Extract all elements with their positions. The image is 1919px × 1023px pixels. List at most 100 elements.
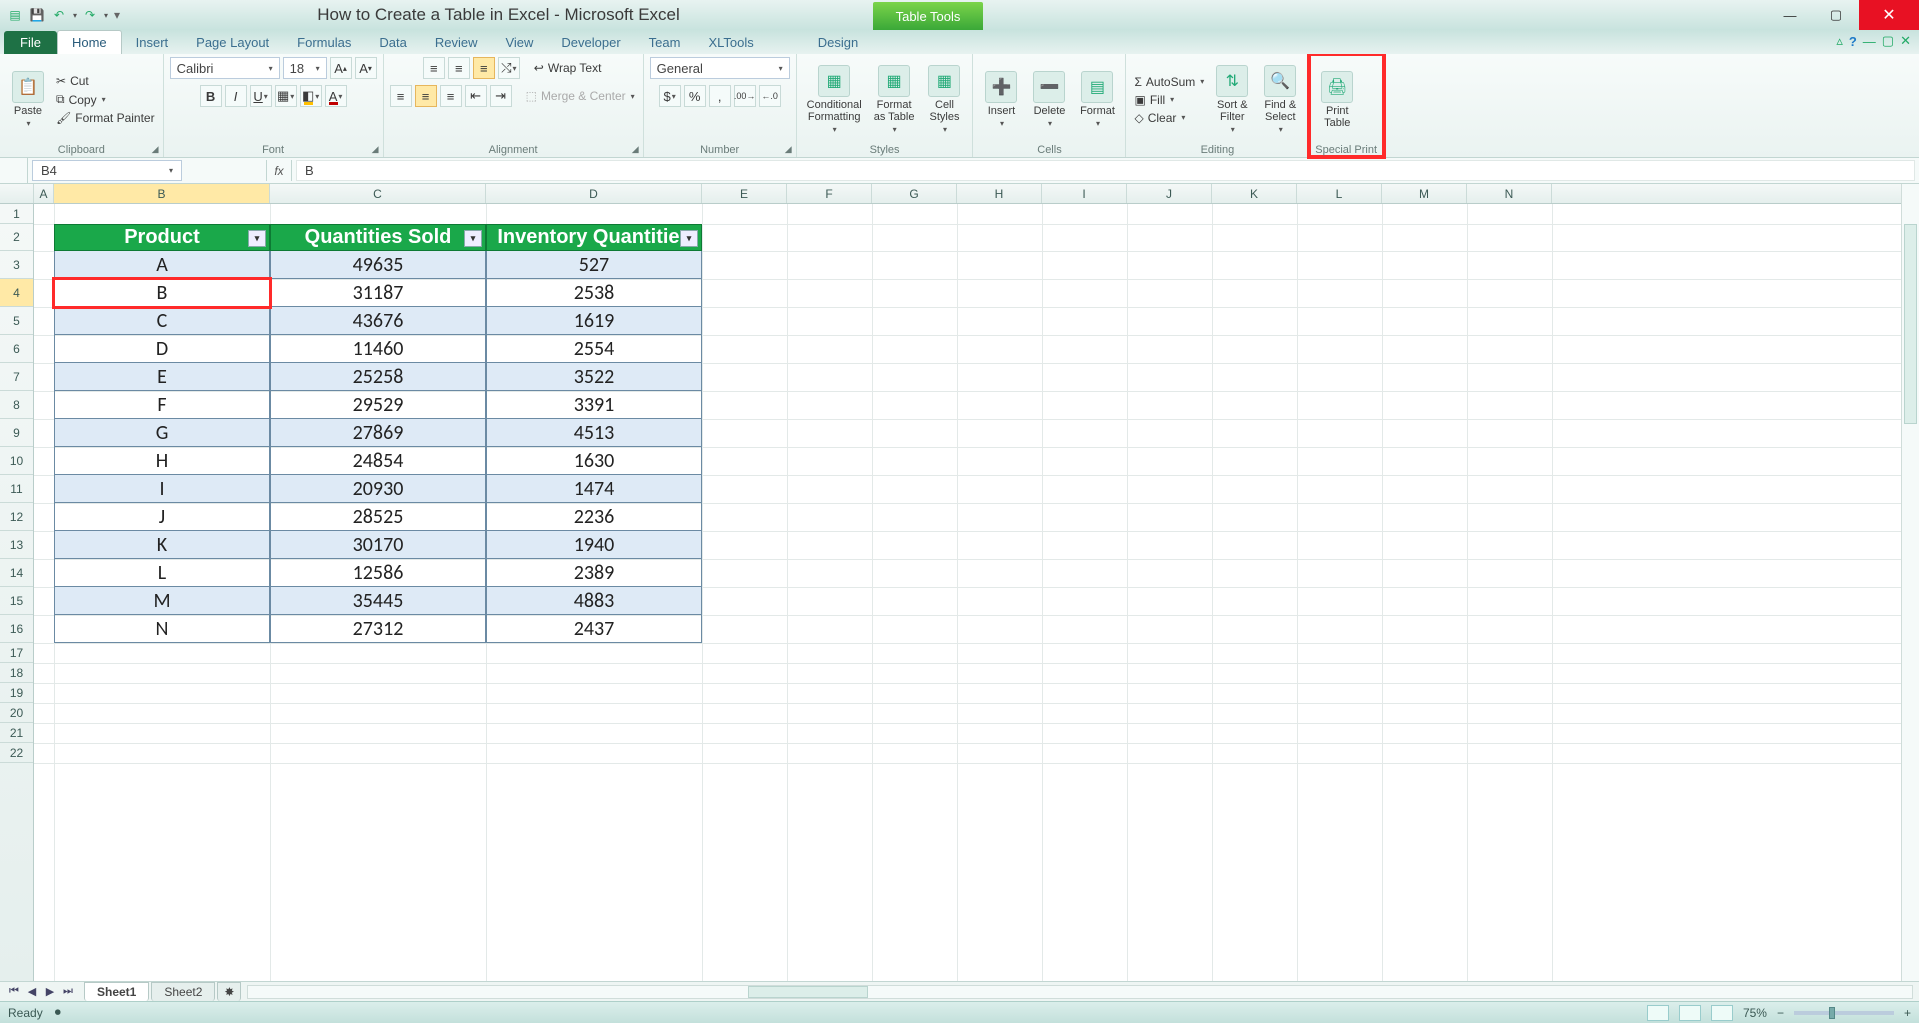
font-dialog-launcher[interactable]: ◢ xyxy=(372,144,379,155)
table-row[interactable]: A49635527 xyxy=(54,251,702,279)
table-row[interactable]: J285252236 xyxy=(54,503,702,531)
print-table-button[interactable]: 🖨Print Table xyxy=(1315,69,1359,131)
table-row[interactable]: N273122437 xyxy=(54,615,702,643)
table-cell[interactable]: J xyxy=(54,503,270,531)
row-header-1[interactable]: 1 xyxy=(0,204,33,224)
row-header-12[interactable]: 12 xyxy=(0,503,33,531)
formula-input[interactable]: B xyxy=(296,160,1915,181)
increase-decimal-icon[interactable]: .00→ xyxy=(734,85,756,107)
column-header-G[interactable]: G xyxy=(872,184,957,203)
row-header-17[interactable]: 17 xyxy=(0,643,33,663)
help-icon[interactable]: ? xyxy=(1849,34,1857,49)
table-row[interactable]: E252583522 xyxy=(54,363,702,391)
bold-button[interactable]: B xyxy=(200,85,222,107)
column-header-C[interactable]: C xyxy=(270,184,486,203)
row-header-2[interactable]: 2 xyxy=(0,224,33,251)
table-row[interactable]: L125862389 xyxy=(54,559,702,587)
column-header-J[interactable]: J xyxy=(1127,184,1212,203)
row-header-5[interactable]: 5 xyxy=(0,307,33,335)
sort-filter-button[interactable]: ⇅Sort & Filter▾ xyxy=(1210,63,1254,136)
ribbon-minimize-icon[interactable]: ▵ xyxy=(1836,33,1843,49)
table-row[interactable]: F295293391 xyxy=(54,391,702,419)
table-row[interactable]: B311872538 xyxy=(54,279,702,307)
accounting-format-icon[interactable]: $▾ xyxy=(659,85,681,107)
table-header[interactable]: Quantities Sold▾ xyxy=(270,224,486,251)
table-row[interactable]: G278694513 xyxy=(54,419,702,447)
font-color-button[interactable]: A▾ xyxy=(325,85,347,107)
table-cell[interactable]: 24854 xyxy=(270,447,486,475)
sheet-nav-prev-icon[interactable]: ◀ xyxy=(24,985,40,998)
table-cell[interactable]: 25258 xyxy=(270,363,486,391)
decrease-decimal-icon[interactable]: ←.0 xyxy=(759,85,781,107)
redo-icon[interactable]: ↷ xyxy=(81,6,99,24)
wrap-text-button[interactable]: ↩Wrap Text xyxy=(532,60,604,76)
font-size-combo[interactable]: 18▾ xyxy=(283,57,327,79)
tab-home[interactable]: Home xyxy=(57,30,122,54)
table-row[interactable]: I209301474 xyxy=(54,475,702,503)
row-header-13[interactable]: 13 xyxy=(0,531,33,559)
table-cell[interactable]: I xyxy=(54,475,270,503)
column-header-A[interactable]: A xyxy=(34,184,54,203)
row-headers[interactable]: 12345678910111213141516171819202122 xyxy=(0,204,34,981)
decrease-indent-icon[interactable]: ⇤ xyxy=(465,85,487,107)
tab-view[interactable]: View xyxy=(491,31,547,54)
table-cell[interactable]: 43676 xyxy=(270,307,486,335)
tab-design[interactable]: Design xyxy=(804,31,872,54)
table-cell[interactable]: 1630 xyxy=(486,447,702,475)
table-cell[interactable]: 2236 xyxy=(486,503,702,531)
table-cell[interactable]: 3522 xyxy=(486,363,702,391)
cell-styles-button[interactable]: ▦Cell Styles▾ xyxy=(922,63,966,136)
merge-center-button[interactable]: ⬚Merge & Center▾ xyxy=(524,88,637,104)
table-row[interactable]: C436761619 xyxy=(54,307,702,335)
format-as-table-button[interactable]: ▦Format as Table▾ xyxy=(870,63,919,136)
fx-button[interactable]: fx xyxy=(266,160,292,181)
row-header-16[interactable]: 16 xyxy=(0,615,33,643)
column-headers[interactable]: ABCDEFGHIJKLMN xyxy=(0,184,1901,204)
table-cell[interactable]: K xyxy=(54,531,270,559)
select-all-corner[interactable] xyxy=(0,184,34,203)
row-header-3[interactable]: 3 xyxy=(0,251,33,279)
align-bottom-icon[interactable]: ≡ xyxy=(473,57,495,79)
autosum-button[interactable]: ΣAutoSum▾ xyxy=(1132,74,1206,90)
table-cell[interactable]: F xyxy=(54,391,270,419)
tab-review[interactable]: Review xyxy=(421,31,492,54)
number-format-combo[interactable]: General▾ xyxy=(650,57,790,79)
table-cell[interactable]: 4883 xyxy=(486,587,702,615)
align-center-icon[interactable]: ≡ xyxy=(415,85,437,107)
column-header-M[interactable]: M xyxy=(1382,184,1467,203)
filter-dropdown-icon[interactable]: ▾ xyxy=(248,230,266,247)
column-header-N[interactable]: N xyxy=(1467,184,1552,203)
table-cell[interactable]: A xyxy=(54,251,270,279)
table-cell[interactable]: 27869 xyxy=(270,419,486,447)
table-cell[interactable]: 49635 xyxy=(270,251,486,279)
row-header-19[interactable]: 19 xyxy=(0,683,33,703)
table-cell[interactable]: 1474 xyxy=(486,475,702,503)
table-header[interactable]: Inventory Quantities▾ xyxy=(486,224,702,251)
comma-format-icon[interactable]: , xyxy=(709,85,731,107)
column-header-B[interactable]: B xyxy=(54,184,270,203)
column-header-D[interactable]: D xyxy=(486,184,702,203)
increase-font-icon[interactable]: A▴ xyxy=(330,57,352,79)
page-layout-view-button[interactable] xyxy=(1679,1005,1701,1021)
table-cell[interactable]: 27312 xyxy=(270,615,486,643)
table-cell[interactable]: 2389 xyxy=(486,559,702,587)
tab-data[interactable]: Data xyxy=(365,31,420,54)
save-icon[interactable]: 💾 xyxy=(28,6,46,24)
row-header-9[interactable]: 9 xyxy=(0,419,33,447)
table-cell[interactable]: C xyxy=(54,307,270,335)
table-cell[interactable]: 20930 xyxy=(270,475,486,503)
table-row[interactable]: M354454883 xyxy=(54,587,702,615)
name-box[interactable]: B4▾ xyxy=(32,160,182,181)
row-header-4[interactable]: 4 xyxy=(0,279,33,307)
table-cell[interactable]: H xyxy=(54,447,270,475)
normal-view-button[interactable] xyxy=(1647,1005,1669,1021)
sheet-tab-2[interactable]: Sheet2 xyxy=(151,982,215,1001)
table-cell[interactable]: 3391 xyxy=(486,391,702,419)
table-cell[interactable]: 12586 xyxy=(270,559,486,587)
sheet-nav-next-icon[interactable]: ▶ xyxy=(42,985,58,998)
table-header[interactable]: Product▾ xyxy=(54,224,270,251)
clear-button[interactable]: ◇Clear▾ xyxy=(1132,110,1206,126)
insert-cells-button[interactable]: ➕Insert▾ xyxy=(979,69,1023,130)
decrease-font-icon[interactable]: A▾ xyxy=(355,57,377,79)
sheet-tab-1[interactable]: Sheet1 xyxy=(84,982,149,1001)
